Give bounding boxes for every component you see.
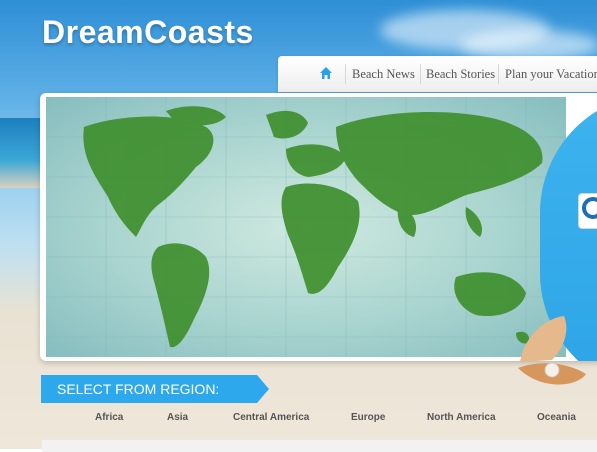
region-africa[interactable]: Africa (95, 412, 123, 423)
region-europe[interactable]: Europe (351, 412, 385, 423)
nav-divider (345, 64, 346, 84)
region-central-america[interactable]: Central America (233, 412, 309, 423)
search-icon (582, 197, 597, 219)
search-input[interactable] (578, 193, 597, 229)
content-area-top (42, 440, 597, 452)
site-logo[interactable]: DreamCoasts (42, 14, 254, 51)
nav-beach-news[interactable]: Beach News (352, 67, 415, 82)
region-banner: SELECT FROM REGION: (41, 375, 269, 403)
home-icon[interactable] (318, 65, 334, 81)
region-banner-label: SELECT FROM REGION: (57, 381, 220, 397)
region-asia[interactable]: Asia (167, 412, 188, 423)
seashell-pearl-icon (518, 316, 586, 385)
world-map[interactable] (46, 97, 566, 357)
nav-divider (420, 64, 421, 84)
top-navigation: Beach News Beach Stories Plan your Vacat… (278, 56, 597, 92)
region-list: Africa Asia Central America Europe North… (0, 412, 597, 430)
nav-plan-vacation[interactable]: Plan your Vacation (505, 67, 597, 82)
nav-beach-stories[interactable]: Beach Stories (426, 67, 495, 82)
region-north-america[interactable]: North America (427, 412, 496, 423)
world-map-graphic (46, 97, 566, 357)
nav-divider (498, 64, 499, 84)
region-oceania[interactable]: Oceania (537, 412, 576, 423)
